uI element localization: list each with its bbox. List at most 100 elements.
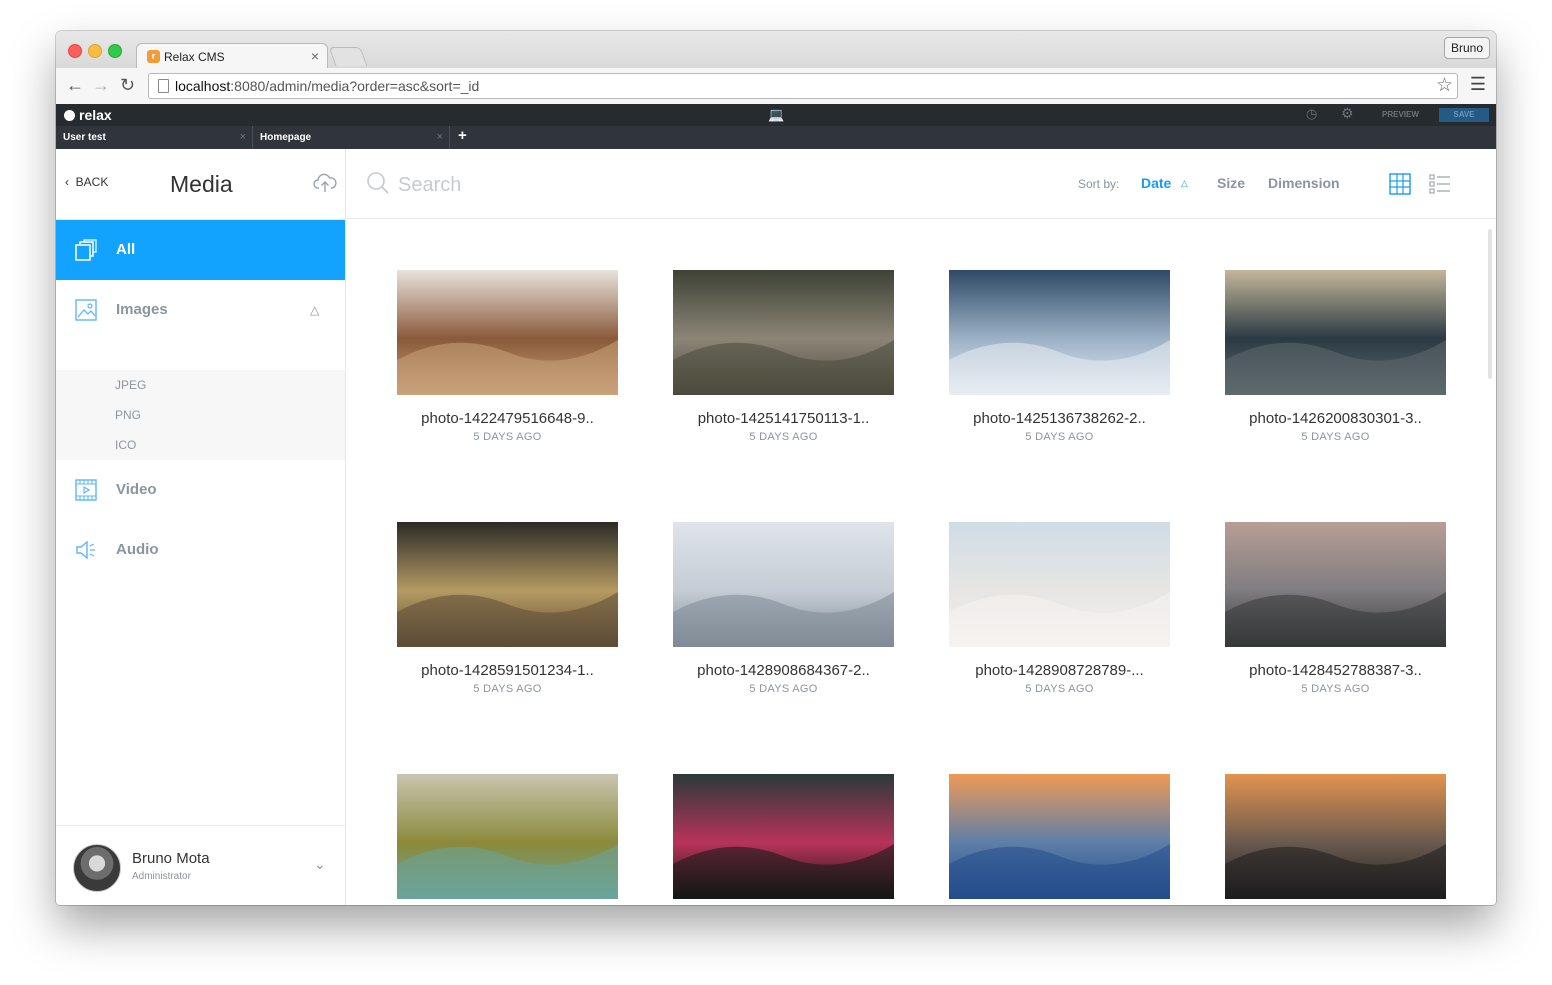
forward-arrow-icon[interactable]: → xyxy=(92,75,110,96)
browser-tab[interactable]: r Relax CMS × xyxy=(136,43,328,70)
sort-size-button[interactable]: Size xyxy=(1217,175,1245,191)
sidebar-header: ‹ BACK Media xyxy=(56,149,345,220)
media-card[interactable] xyxy=(673,774,894,905)
search-input[interactable] xyxy=(396,168,700,202)
media-thumbnail[interactable] xyxy=(397,270,618,395)
submenu-item-jpeg[interactable]: JPEG xyxy=(115,378,146,392)
close-tab-icon[interactable]: × xyxy=(311,48,319,64)
close-icon[interactable]: × xyxy=(240,131,246,143)
sort-ascending-icon[interactable]: △ xyxy=(1181,178,1188,189)
profile-button[interactable]: Bruno xyxy=(1443,37,1490,59)
chevron-down-icon[interactable]: ⌄ xyxy=(314,856,326,873)
media-thumbnail[interactable] xyxy=(673,522,894,647)
media-filename: photo-1428908684367-2.. xyxy=(697,662,870,679)
gear-icon[interactable]: ⚙ xyxy=(1341,105,1354,122)
browser-toolbar: ← → ↻ localhost:8080/admin/media?order=a… xyxy=(56,68,1496,105)
relax-logo[interactable]: relax xyxy=(64,107,112,123)
browser-tabstrip: r Relax CMS × Bruno xyxy=(56,31,1496,70)
zoom-window-button[interactable] xyxy=(108,44,122,58)
media-sidebar: ‹ BACK Media All Images △ JPEG PNG ICO V… xyxy=(56,149,346,905)
media-thumbnail[interactable] xyxy=(397,522,618,647)
sort-dimension-button[interactable]: Dimension xyxy=(1268,175,1340,191)
media-card[interactable]: photo-1428908728789-... 5 DAYS AGO xyxy=(949,522,1170,774)
media-thumbnail[interactable] xyxy=(949,270,1170,395)
copy-icon xyxy=(75,239,97,266)
minimize-window-button[interactable] xyxy=(88,44,102,58)
media-date: 5 DAYS AGO xyxy=(473,431,542,443)
media-filename: photo-1428908728789-... xyxy=(975,662,1144,679)
film-icon xyxy=(75,479,97,506)
sidebar-item-images[interactable]: Images △ xyxy=(56,280,345,340)
document-tab[interactable]: Homepage × xyxy=(253,126,450,149)
media-filename: photo-1426200830301-3.. xyxy=(1249,410,1422,427)
new-tab-button[interactable] xyxy=(328,47,368,66)
media-card[interactable]: photo-1428591501234-1.. 5 DAYS AGO xyxy=(397,522,618,774)
media-card[interactable]: photo-1426200830301-3.. 5 DAYS AGO xyxy=(1225,270,1446,522)
preview-button[interactable]: PREVIEW xyxy=(1382,110,1419,119)
browser-menu-icon[interactable]: ☰ xyxy=(1470,74,1486,95)
avatar xyxy=(73,844,121,892)
media-filename: photo-1428591501234-1.. xyxy=(421,662,594,679)
media-date: 5 DAYS AGO xyxy=(749,683,818,695)
media-thumbnail[interactable] xyxy=(397,774,618,899)
scrollbar-thumb[interactable] xyxy=(1488,229,1492,379)
close-icon[interactable]: × xyxy=(437,131,443,143)
media-date: 5 DAYS AGO xyxy=(473,683,542,695)
monitor-icon[interactable]: 💻 xyxy=(768,107,784,123)
submenu-item-png[interactable]: PNG xyxy=(115,408,141,422)
app-topbar: relax 💻 ◷ ⚙ PREVIEW SAVE xyxy=(56,104,1496,126)
reload-icon[interactable]: ↻ xyxy=(120,75,135,96)
media-thumbnail[interactable] xyxy=(673,774,894,899)
collapse-icon[interactable]: △ xyxy=(310,303,319,317)
images-submenu: JPEG PNG ICO xyxy=(56,370,345,460)
browser-tab-title: Relax CMS xyxy=(164,50,225,64)
document-tab[interactable]: User test × xyxy=(56,126,253,149)
media-thumbnail[interactable] xyxy=(1225,522,1446,647)
page-icon xyxy=(158,79,169,93)
media-thumbnail[interactable] xyxy=(949,522,1170,647)
media-card[interactable] xyxy=(397,774,618,905)
list-view-icon[interactable] xyxy=(1429,173,1451,200)
sidebar-item-audio[interactable]: Audio xyxy=(56,520,345,580)
address-bar[interactable]: localhost:8080/admin/media?order=asc&sor… xyxy=(148,73,1458,99)
media-card[interactable]: photo-1422479516648-9.. 5 DAYS AGO xyxy=(397,270,618,522)
sort-date-button[interactable]: Date xyxy=(1141,175,1171,191)
media-date: 5 DAYS AGO xyxy=(1025,431,1094,443)
media-toolbar: Sort by: Date △ Size Dimension xyxy=(346,149,1496,219)
grid-view-icon[interactable] xyxy=(1389,173,1411,200)
media-filename: photo-1425141750113-1.. xyxy=(697,410,870,427)
search-icon xyxy=(366,171,390,200)
user-name: Bruno Mota xyxy=(132,850,210,867)
close-window-button[interactable] xyxy=(68,44,82,58)
relax-favicon-icon: r xyxy=(147,50,160,63)
back-arrow-icon[interactable]: ← xyxy=(66,75,84,96)
media-date: 5 DAYS AGO xyxy=(1301,431,1370,443)
media-thumbnail[interactable] xyxy=(949,774,1170,899)
url-text: localhost:8080/admin/media?order=asc&sor… xyxy=(175,78,480,94)
sidebar-item-all[interactable]: All xyxy=(56,220,345,280)
add-tab-button[interactable]: + xyxy=(458,127,467,144)
media-card[interactable]: photo-1425136738262-2.. 5 DAYS AGO xyxy=(949,270,1170,522)
bookmark-star-icon[interactable]: ☆ xyxy=(1436,74,1453,97)
clock-icon[interactable]: ◷ xyxy=(1306,106,1317,122)
sidebar-item-video[interactable]: Video xyxy=(56,460,345,520)
media-card[interactable] xyxy=(949,774,1170,905)
browser-window: r Relax CMS × Bruno ← → ↻ localhost:8080… xyxy=(56,31,1496,905)
cloud-upload-icon[interactable] xyxy=(313,173,337,198)
save-button[interactable]: SAVE xyxy=(1439,108,1489,122)
media-card[interactable] xyxy=(1225,774,1446,905)
media-card[interactable]: photo-1428452788387-3.. 5 DAYS AGO xyxy=(1225,522,1446,774)
back-button[interactable]: ‹ BACK xyxy=(65,175,108,189)
media-filename: photo-1422479516648-9.. xyxy=(421,410,594,427)
user-profile[interactable]: Bruno Mota Administrator ⌄ xyxy=(56,825,345,905)
media-thumbnail[interactable] xyxy=(1225,774,1446,899)
media-card[interactable]: photo-1425141750113-1.. 5 DAYS AGO xyxy=(673,270,894,522)
page-title: Media xyxy=(170,171,233,197)
sidebar-item-label: Audio xyxy=(116,541,159,558)
submenu-item-ico[interactable]: ICO xyxy=(115,438,136,452)
media-thumbnail[interactable] xyxy=(1225,270,1446,395)
media-thumbnail[interactable] xyxy=(673,270,894,395)
media-card[interactable]: photo-1428908684367-2.. 5 DAYS AGO xyxy=(673,522,894,774)
sidebar-item-label: Images xyxy=(116,301,168,318)
sidebar-item-label: Video xyxy=(116,481,157,498)
